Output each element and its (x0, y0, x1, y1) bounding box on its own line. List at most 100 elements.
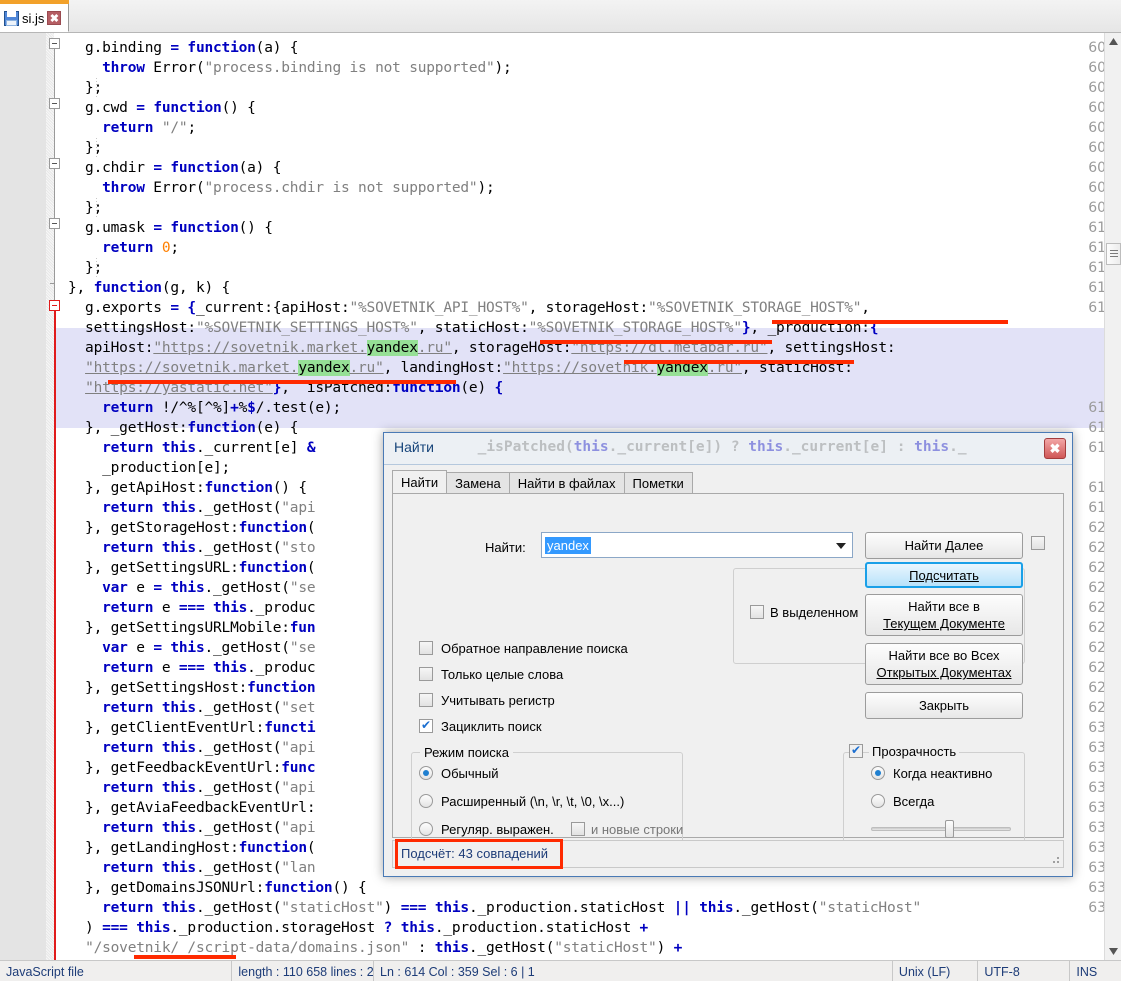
close-icon[interactable]: ✖ (47, 11, 62, 25)
transparency-always-label: Всегда (893, 794, 935, 809)
transparency-when-inactive-radio[interactable] (871, 766, 885, 780)
backward-direction-label: Обратное направление поиска (441, 641, 628, 656)
tab-mark[interactable]: Пометки (623, 472, 693, 494)
indent-guide (96, 138, 97, 158)
code-line: return this._getHost("api (102, 820, 316, 836)
search-input[interactable]: yandex (541, 532, 853, 558)
code-line: return e === this._produc (102, 660, 316, 676)
search-mode-normal-radio[interactable] (419, 766, 433, 780)
line-number-gutter (0, 33, 46, 960)
status-length-lines: length : 110 658 lines : 2 780 (232, 960, 374, 981)
code-line: var e = this._getHost("se (102, 640, 316, 656)
resize-grip[interactable] (1050, 854, 1060, 864)
code-line: throw Error("process.chdir is not suppor… (102, 180, 495, 196)
title-bar-transparency-bleed: _isPatched(this._current[e]) ? this._cur… (434, 439, 967, 455)
code-line: return this._getHost("api (102, 780, 316, 796)
editor-vertical-scrollbar[interactable] (1104, 33, 1121, 960)
code-line: }; (68, 200, 103, 216)
code-line: g.chdir = function(a) { (68, 160, 282, 176)
dialog-pin-checkbox[interactable] (1031, 536, 1045, 550)
transparency-always-radio[interactable] (871, 794, 885, 808)
transparency-checkbox[interactable] (849, 743, 863, 758)
transparency-slider-track[interactable] (871, 827, 1011, 831)
code-line: return this._getHost("api (102, 500, 316, 516)
search-input-value: yandex (545, 537, 591, 554)
document-tab-si-js[interactable]: si.js ✖ (0, 0, 69, 32)
scroll-down-arrow[interactable] (1105, 943, 1121, 960)
wrap-around-checkbox[interactable] (419, 718, 433, 733)
code-line: var e = this._getHost("se (102, 580, 316, 596)
code-line: g.umask = function() { (68, 220, 273, 236)
close-icon[interactable]: ✖ (1044, 438, 1066, 459)
fold-box-601[interactable] (49, 38, 60, 49)
annotation-underline-sovetnik-path (134, 955, 236, 959)
fold-box-604[interactable] (49, 98, 60, 109)
code-line: }, _getHost:function(e) { (68, 420, 299, 436)
find-all-open-line1: Найти все во Всех (888, 648, 1000, 663)
code-line: return this._getHost("lan (102, 860, 316, 876)
code-line: }, getFeedbackEventUrl:func (68, 760, 316, 776)
fold-box-614[interactable] (49, 300, 60, 311)
close-button[interactable]: Закрыть (865, 692, 1023, 719)
transparency-label: Прозрачность (869, 744, 960, 759)
search-mode-extended-radio[interactable] (419, 794, 433, 808)
transparency-slider-thumb[interactable] (945, 820, 954, 838)
code-line: }, getLandingHost:function( (68, 840, 316, 856)
code-line: }, getSettingsHost:function (68, 680, 316, 696)
annotation-underline (540, 340, 772, 344)
code-line: }, getStorageHost:function( (68, 520, 316, 536)
annotation-underline (108, 380, 456, 384)
fold-box-607[interactable] (49, 158, 60, 169)
find-next-button[interactable]: Найти Далее (865, 532, 1023, 559)
annotation-underline (624, 360, 854, 364)
code-line: g.exports = {_current:{apiHost:"%SOVETNI… (68, 300, 870, 316)
code-line: }; (68, 140, 103, 156)
code-line: return this._getHost("api (102, 740, 316, 756)
find-all-open-documents-button[interactable]: Найти все во Всех Открытых Документах (865, 643, 1023, 685)
whole-word-checkbox[interactable] (419, 667, 433, 681)
tab-find[interactable]: Найти (392, 470, 448, 494)
tab-find-in-files[interactable]: Найти в файлах (508, 472, 625, 494)
whole-word-label: Только целые слова (441, 667, 564, 682)
find-dialog-title-bar[interactable]: _isPatched(this._current[e]) ? this._cur… (384, 433, 1072, 465)
tab-replace[interactable]: Замена (446, 472, 510, 494)
count-button[interactable]: Подсчитать (865, 562, 1023, 588)
find-dialog-tabs[interactable]: Найти Замена Найти в файлах Пометки (392, 470, 693, 494)
find-dialog[interactable]: _isPatched(this._current[e]) ? this._cur… (383, 432, 1073, 877)
match-case-checkbox[interactable] (419, 693, 433, 707)
status-encoding: UTF-8 (978, 960, 1071, 981)
code-line: return this._current[e] & (102, 440, 316, 456)
code-line: }; (68, 80, 103, 96)
fold-box-610[interactable] (49, 218, 60, 229)
find-all-current-line1: Найти все в (908, 599, 980, 614)
in-selection-checkbox[interactable] (750, 605, 764, 619)
find-all-current-document-button[interactable]: Найти все в Текущем Документе (865, 594, 1023, 636)
scroll-thumb[interactable] (1106, 243, 1121, 265)
search-mode-regex-radio[interactable] (419, 822, 433, 836)
tab-label: si.js (22, 10, 45, 26)
status-insert-mode: INS (1076, 965, 1098, 979)
code-line: return this._getHost("staticHost") === t… (102, 900, 922, 916)
code-line: return this._getHost("sto (102, 540, 316, 556)
status-file-type: JavaScript file (0, 960, 233, 981)
code-line: ) === this._production.storageHost ? thi… (68, 920, 649, 936)
find-label: Найти: (485, 540, 526, 555)
code-line: return 0; (102, 240, 179, 256)
code-line: throw Error("process.binding is not supp… (102, 60, 512, 76)
backward-direction-checkbox[interactable] (419, 641, 433, 655)
save-icon (4, 10, 19, 26)
scroll-up-arrow[interactable] (1105, 33, 1121, 50)
indent-guide (96, 258, 97, 278)
indent-guide (96, 78, 97, 98)
dot-matches-newline-checkbox[interactable] (571, 822, 585, 836)
find-dialog-title: Найти (394, 439, 434, 455)
find-tab-panel: Найти: yandex Найти Далее Подсчитать В в… (392, 493, 1064, 850)
fold-line-active (54, 305, 56, 960)
code-line: return "/"; (102, 120, 196, 136)
code-line: }, getSettingsURLMobile:fun (68, 620, 316, 636)
code-line: g.binding = function(a) { (68, 40, 299, 56)
status-annotation-box (395, 839, 563, 869)
in-selection-label: В выделенном (770, 605, 859, 620)
chevron-down-icon[interactable] (836, 543, 846, 549)
fold-margin[interactable] (46, 33, 54, 960)
